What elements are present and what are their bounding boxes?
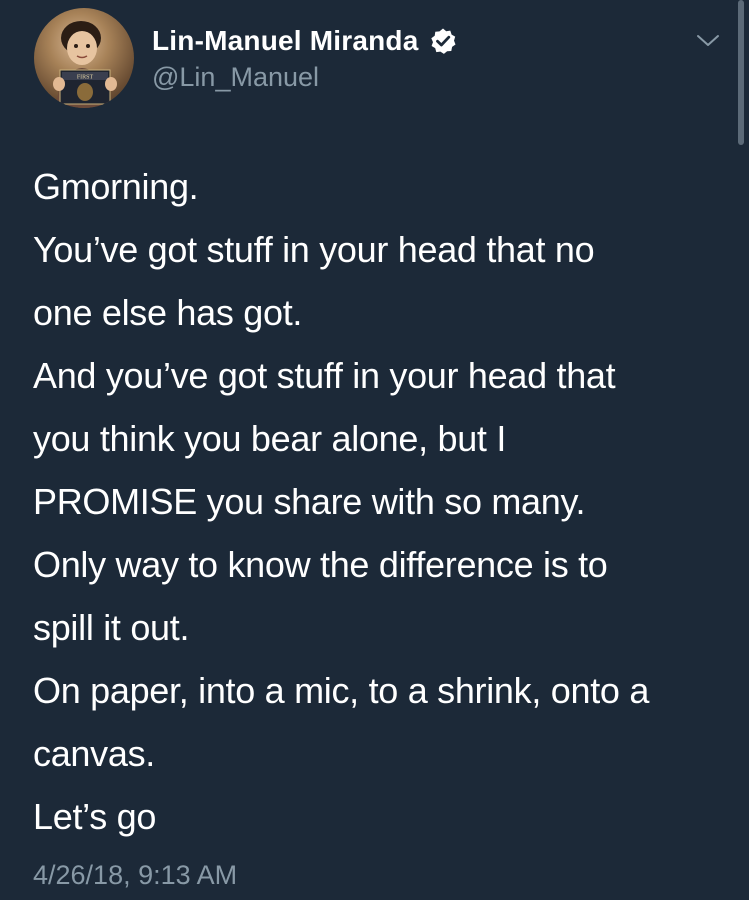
avatar[interactable]: FIRST [34, 8, 134, 108]
author-header: Lin-Manuel Miranda @Lin_Manuel [152, 22, 457, 93]
tweet-text-line: you think you bear alone, but I [33, 418, 507, 459]
tweet-text: Gmorning. You’ve got stuff in your head … [33, 155, 733, 848]
handle[interactable]: @Lin_Manuel [152, 62, 457, 93]
tweet-text-line: And you’ve got stuff in your head that [33, 355, 616, 396]
tweet-text-line: spill it out. [33, 607, 190, 648]
tweet-text-line: PROMISE you share with so many. [33, 481, 586, 522]
scrollbar[interactable] [738, 0, 744, 145]
avatar-image: FIRST [53, 21, 117, 108]
tweet-text-line: Gmorning. [33, 166, 199, 207]
tweet-text-line: On paper, into a mic, to a shrink, onto … [33, 670, 650, 711]
avatar-book-title: FIRST [77, 75, 94, 81]
tweet-timestamp[interactable]: 4/26/18, 9:13 AM [33, 860, 237, 891]
chevron-down-icon[interactable] [695, 30, 721, 50]
tweet-text-line: Let’s go [33, 796, 157, 837]
tweet-text-line: canvas. [33, 733, 155, 774]
tweet-text-line: You’ve got stuff in your head that no [33, 229, 595, 270]
display-name[interactable]: Lin-Manuel Miranda [152, 25, 419, 57]
tweet-card: FIRST Lin-Manuel Miranda @Lin_Manuel Gmo… [0, 0, 749, 900]
display-name-row: Lin-Manuel Miranda [152, 22, 457, 60]
tweet-text-line: Only way to know the difference is to [33, 544, 608, 585]
verified-badge-icon [429, 27, 457, 55]
tweet-text-line: one else has got. [33, 292, 303, 333]
